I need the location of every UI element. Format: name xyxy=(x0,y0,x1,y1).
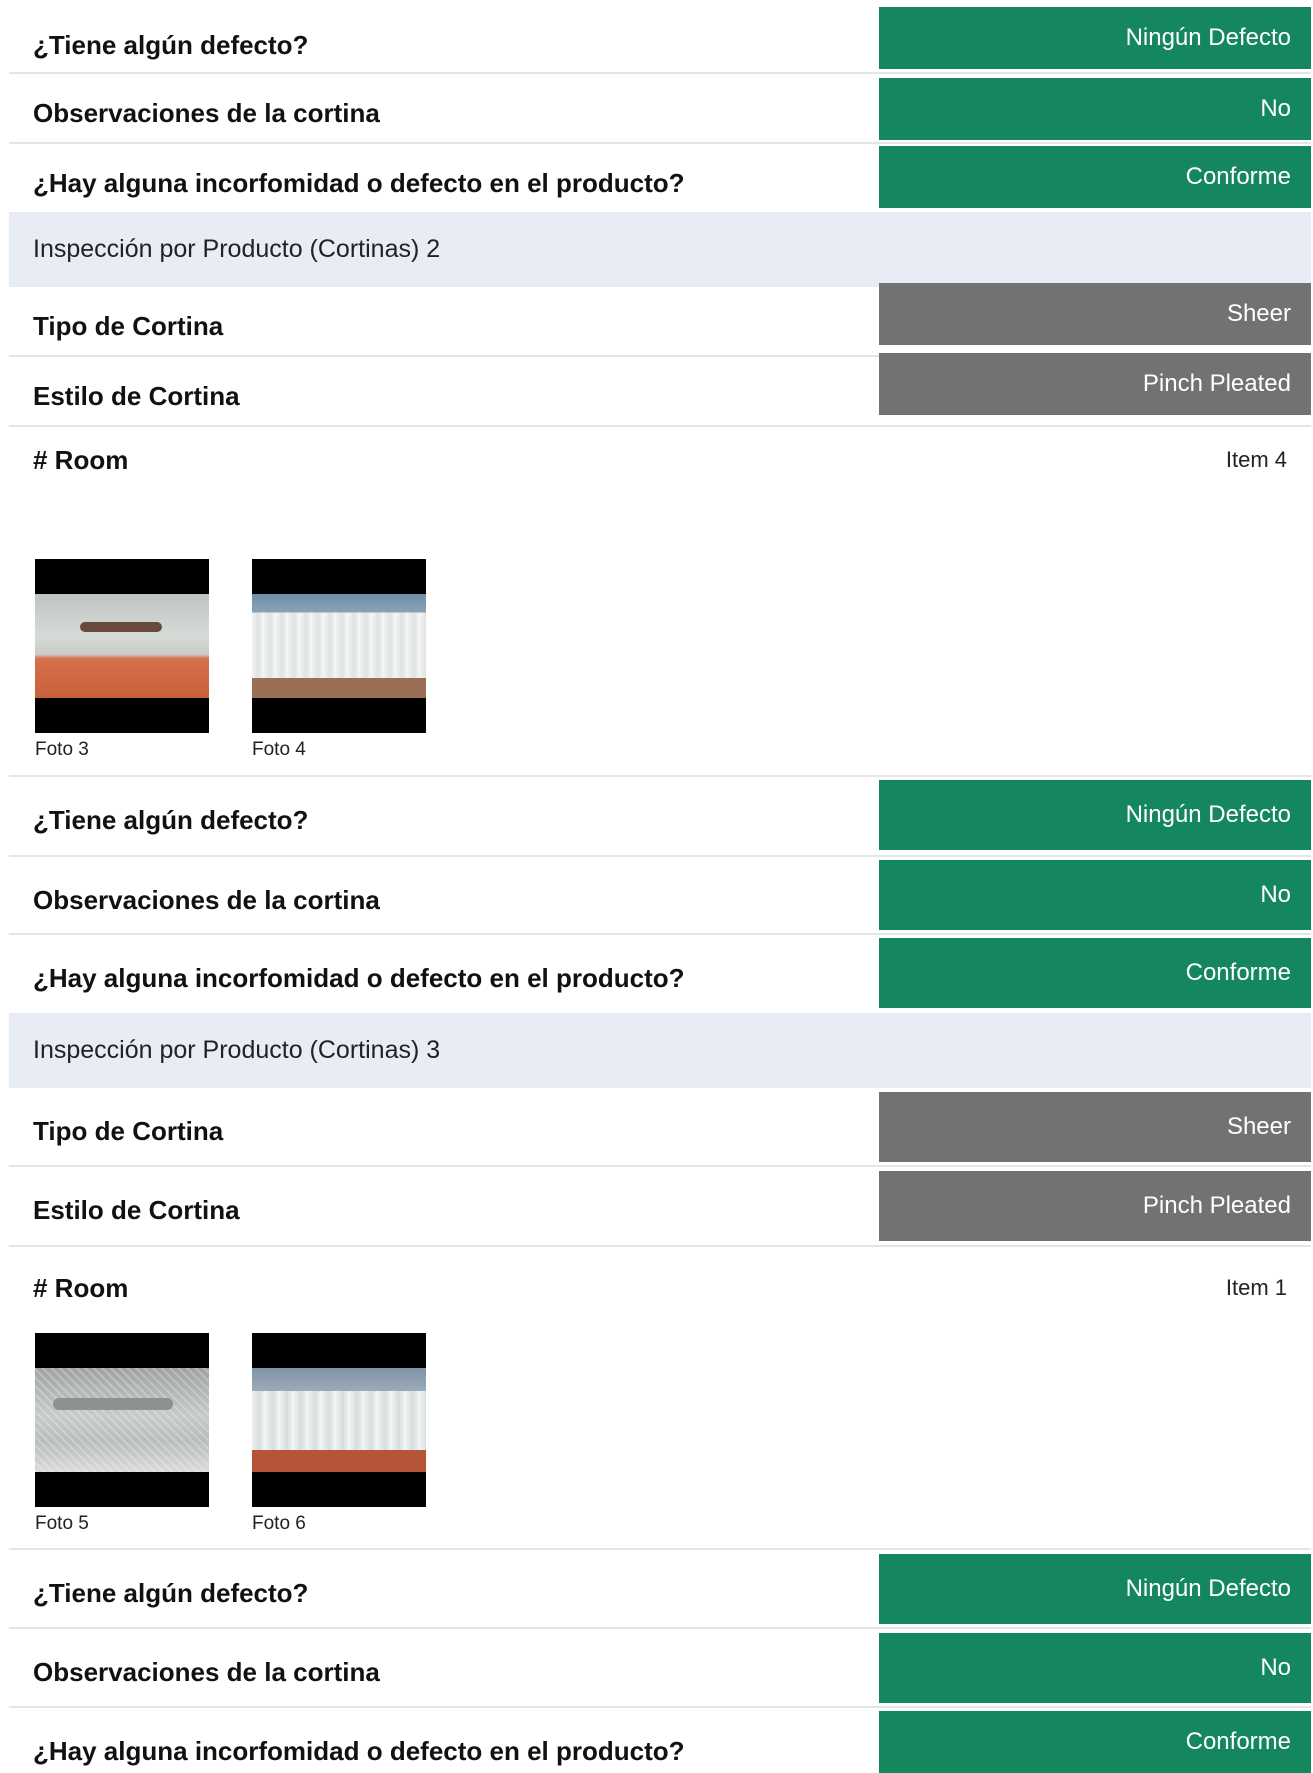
observations-row: Observaciones de la cortina No xyxy=(9,1629,1311,1708)
conformity-label: ¿Hay alguna incorfomidad o defecto en el… xyxy=(33,168,685,198)
inspection-report: ¿Tiene algún defecto? Ningún Defecto Obs… xyxy=(0,0,1313,1773)
curtain-type-row: Tipo de Cortina Sheer xyxy=(9,1088,1311,1167)
photo-thumbnail[interactable]: Foto 5 xyxy=(35,1333,209,1535)
defect-row: ¿Tiene algún defecto? Ningún Defecto xyxy=(9,0,1311,74)
curtain-type-value-badge: Sheer xyxy=(879,283,1311,345)
photo-thumbnail[interactable]: Foto 4 xyxy=(252,559,426,761)
curtain-style-label: Estilo de Cortina xyxy=(33,381,240,411)
curtain-style-label: Estilo de Cortina xyxy=(33,1195,240,1225)
photo-image[interactable] xyxy=(252,559,426,733)
room-block: # Room Item 4 Foto 3 Foto 4 xyxy=(9,427,1311,777)
room-block: # Room Item 1 Foto 5 Foto 6 xyxy=(9,1247,1311,1550)
observations-label: Observaciones de la cortina xyxy=(33,98,380,128)
observations-value-badge: No xyxy=(879,1633,1311,1703)
defect-value-badge: Ningún Defecto xyxy=(879,780,1311,850)
observations-row: Observaciones de la cortina No xyxy=(9,74,1311,144)
curtain-type-label: Tipo de Cortina xyxy=(33,1116,224,1146)
defect-label: ¿Tiene algún defecto? xyxy=(33,805,309,835)
conformity-label: ¿Hay alguna incorfomidad o defecto en el… xyxy=(33,963,685,993)
conformity-row: ¿Hay alguna incorfomidad o defecto en el… xyxy=(9,935,1311,1013)
curtain-type-label: Tipo de Cortina xyxy=(33,311,224,341)
photo-caption: Foto 5 xyxy=(35,1513,89,1534)
photo-caption: Foto 6 xyxy=(252,1513,306,1534)
conformity-value-badge: Conforme xyxy=(879,1711,1311,1773)
defect-label: ¿Tiene algún defecto? xyxy=(33,1578,309,1608)
curtain-style-value-badge: Pinch Pleated xyxy=(879,1171,1311,1241)
photo-thumbnail[interactable]: Foto 6 xyxy=(252,1333,426,1535)
defect-row: ¿Tiene algún defecto? Ningún Defecto xyxy=(9,777,1311,857)
room-value: Item 1 xyxy=(1225,1275,1287,1300)
observations-label: Observaciones de la cortina xyxy=(33,1657,380,1687)
defect-label: ¿Tiene algún defecto? xyxy=(33,30,309,60)
defect-value-badge: Ningún Defecto xyxy=(879,7,1311,69)
room-value: Item 4 xyxy=(1225,447,1287,472)
conformity-row: ¿Hay alguna incorfomidad o defecto en el… xyxy=(9,1708,1311,1773)
photo-image[interactable] xyxy=(252,1333,426,1507)
curtain-style-row: Estilo de Cortina Pinch Pleated xyxy=(9,353,1311,427)
defect-row: ¿Tiene algún defecto? Ningún Defecto xyxy=(9,1550,1311,1629)
section-header-inspection-3: Inspección por Producto (Cortinas) 3 xyxy=(9,1013,1311,1088)
conformity-row: ¿Hay alguna incorfomidad o defecto en el… xyxy=(9,144,1311,212)
section-header-inspection-2: Inspección por Producto (Cortinas) 2 xyxy=(9,212,1311,287)
conformity-label: ¿Hay alguna incorfomidad o defecto en el… xyxy=(33,1736,685,1766)
room-label: # Room xyxy=(33,445,129,475)
conformity-value-badge: Conforme xyxy=(879,146,1311,208)
observations-label: Observaciones de la cortina xyxy=(33,885,380,915)
curtain-style-row: Estilo de Cortina Pinch Pleated xyxy=(9,1167,1311,1247)
photo-image[interactable] xyxy=(35,1333,209,1507)
photo-image[interactable] xyxy=(35,559,209,733)
curtain-style-value-badge: Pinch Pleated xyxy=(879,353,1311,415)
observations-row: Observaciones de la cortina No xyxy=(9,857,1311,935)
curtain-type-row: Tipo de Cortina Sheer xyxy=(9,283,1311,357)
photo-caption: Foto 4 xyxy=(252,739,306,760)
observations-value-badge: No xyxy=(879,860,1311,930)
curtain-type-value-badge: Sheer xyxy=(879,1092,1311,1162)
room-label: # Room xyxy=(33,1273,129,1303)
defect-value-badge: Ningún Defecto xyxy=(879,1554,1311,1624)
observations-value-badge: No xyxy=(879,78,1311,140)
photo-thumbnail[interactable]: Foto 3 xyxy=(35,559,209,761)
conformity-value-badge: Conforme xyxy=(879,938,1311,1008)
photo-caption: Foto 3 xyxy=(35,739,89,760)
